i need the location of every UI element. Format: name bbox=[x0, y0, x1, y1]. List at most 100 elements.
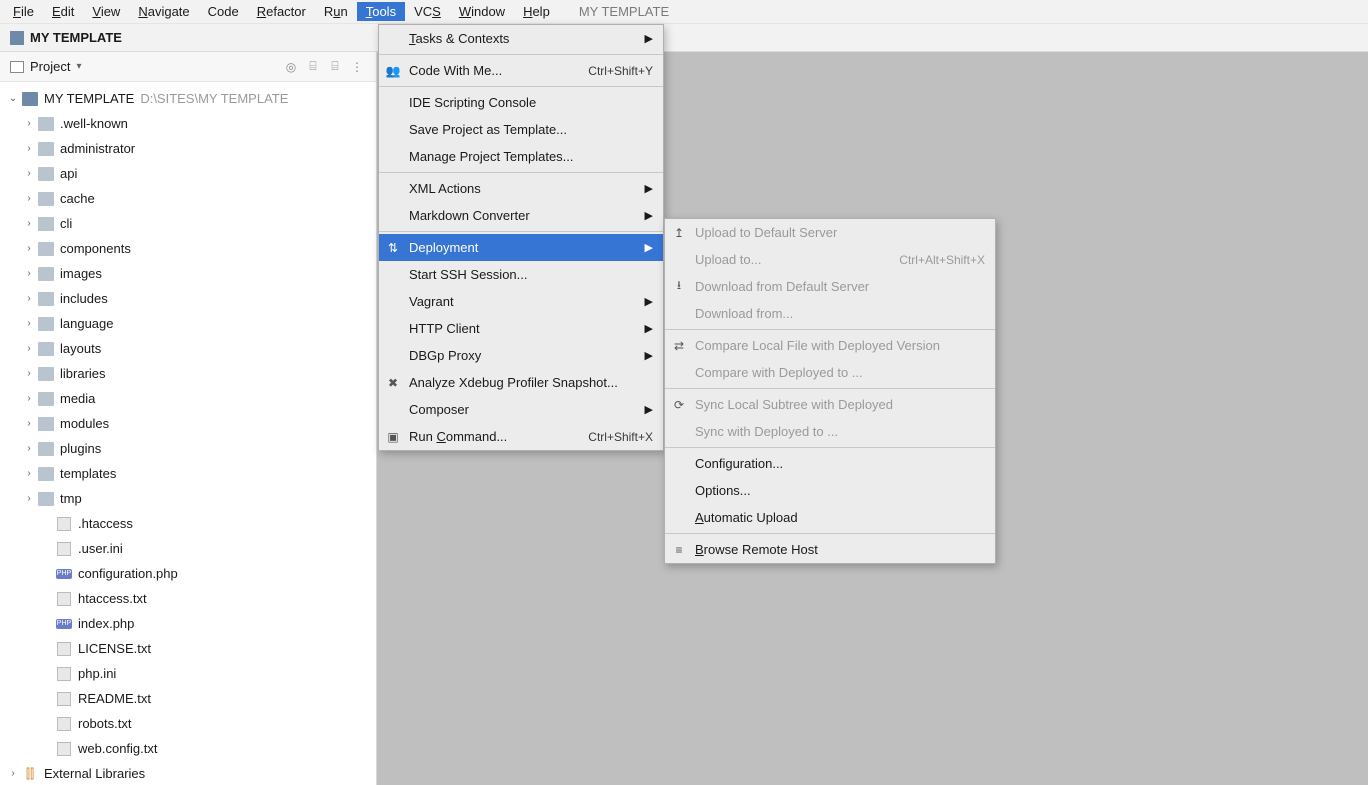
menu-navigate[interactable]: Navigate bbox=[129, 2, 198, 21]
menu-lead-icon: ▣ bbox=[385, 429, 401, 445]
menu-item-label: Browse Remote Host bbox=[695, 542, 818, 557]
menu-file[interactable]: File bbox=[4, 2, 43, 21]
menu-edit[interactable]: Edit bbox=[43, 2, 83, 21]
menu-item-label: Composer bbox=[409, 402, 469, 417]
tools-menu-item[interactable]: IDE Scripting Console bbox=[379, 89, 663, 116]
menu-lead-icon: 👥 bbox=[385, 63, 401, 79]
tools-menu-item[interactable]: Manage Project Templates... bbox=[379, 143, 663, 170]
folder-icon bbox=[38, 242, 54, 256]
menu-item-label: Upload to... bbox=[695, 252, 762, 267]
tools-menu-item[interactable]: Vagrant▶ bbox=[379, 288, 663, 315]
tree-row[interactable]: .user.ini bbox=[0, 536, 376, 561]
breadcrumb-bar: MY TEMPLATE bbox=[0, 24, 1368, 52]
expand-all-icon[interactable]: ⌸ bbox=[304, 58, 322, 76]
tools-menu-item[interactable]: Save Project as Template... bbox=[379, 116, 663, 143]
menu-item-label: Compare with Deployed to ... bbox=[695, 365, 863, 380]
breadcrumb-text[interactable]: MY TEMPLATE bbox=[30, 30, 122, 45]
menu-run[interactable]: Run bbox=[315, 2, 357, 21]
submenu-arrow-icon: ▶ bbox=[625, 182, 653, 195]
tools-menu-item[interactable]: 👥Code With Me...Ctrl+Shift+Y bbox=[379, 57, 663, 84]
settings-icon[interactable]: ⋮ bbox=[348, 58, 366, 76]
tools-menu-item[interactable]: ▣Run Command...Ctrl+Shift+X bbox=[379, 423, 663, 450]
tree-row[interactable]: cli bbox=[0, 211, 376, 236]
tree-row[interactable]: .well-known bbox=[0, 111, 376, 136]
tree-row[interactable]: cache bbox=[0, 186, 376, 211]
folder-icon bbox=[22, 92, 38, 106]
menu-vcs[interactable]: VCS bbox=[405, 2, 450, 21]
tools-menu-item[interactable]: HTTP Client ▶ bbox=[379, 315, 663, 342]
tree-row[interactable]: api bbox=[0, 161, 376, 186]
tree-row[interactable]: PHPconfiguration.php bbox=[0, 561, 376, 586]
deploy-menu-item[interactable]: ≡Browse Remote Host bbox=[665, 536, 995, 563]
tools-menu-item[interactable]: ✖Analyze Xdebug Profiler Snapshot... bbox=[379, 369, 663, 396]
tree-row[interactable]: .htaccess bbox=[0, 511, 376, 536]
menu-item-label: Deployment bbox=[409, 240, 478, 255]
tree-row[interactable]: media bbox=[0, 386, 376, 411]
menu-refactor[interactable]: Refactor bbox=[248, 2, 315, 21]
folder-icon bbox=[38, 167, 54, 181]
collapse-all-icon[interactable]: ⌸ bbox=[326, 58, 344, 76]
tools-menu-item[interactable]: Markdown Converter▶ bbox=[379, 202, 663, 229]
tree-row[interactable]: web.config.txt bbox=[0, 736, 376, 761]
submenu-arrow-icon: ▶ bbox=[625, 322, 653, 335]
menu-item-label: HTTP Client bbox=[409, 321, 480, 336]
menu-help[interactable]: Help bbox=[514, 2, 559, 21]
menu-item-label: Save Project as Template... bbox=[409, 122, 567, 137]
tree-row[interactable]: php.ini bbox=[0, 661, 376, 686]
deploy-menu-item[interactable]: Automatic Upload bbox=[665, 504, 995, 531]
tree-row[interactable]: robots.txt bbox=[0, 711, 376, 736]
folder-icon bbox=[38, 267, 54, 281]
tree-row[interactable]: LICENSE.txt bbox=[0, 636, 376, 661]
deployment-submenu: ↥Upload to Default ServerUpload to...Ctr… bbox=[664, 218, 996, 564]
menu-code[interactable]: Code bbox=[199, 2, 248, 21]
tools-menu-item[interactable]: DBGp Proxy▶ bbox=[379, 342, 663, 369]
menu-lead-icon: ⭳ bbox=[671, 279, 687, 295]
deploy-menu-item[interactable]: Options... bbox=[665, 477, 995, 504]
menu-shortcut: Ctrl+Shift+Y bbox=[568, 64, 653, 78]
tree-row[interactable]: language bbox=[0, 311, 376, 336]
tree-row[interactable]: ⫿⫿External Libraries bbox=[0, 761, 376, 785]
tree-row[interactable]: includes bbox=[0, 286, 376, 311]
tree-row[interactable]: templates bbox=[0, 461, 376, 486]
project-tree[interactable]: MY TEMPLATED:\SITES\MY TEMPLATE.well-kno… bbox=[0, 82, 376, 785]
tree-row[interactable]: plugins bbox=[0, 436, 376, 461]
folder-icon bbox=[38, 317, 54, 331]
tree-row[interactable]: modules bbox=[0, 411, 376, 436]
tools-menu-item[interactable]: Composer▶ bbox=[379, 396, 663, 423]
tree-row[interactable]: MY TEMPLATED:\SITES\MY TEMPLATE bbox=[0, 86, 376, 111]
menu-window[interactable]: Window bbox=[450, 2, 514, 21]
tree-row[interactable]: libraries bbox=[0, 361, 376, 386]
menu-tools[interactable]: Tools bbox=[357, 2, 405, 21]
folder-icon bbox=[38, 442, 54, 456]
dropdown-icon[interactable]: ▾ bbox=[76, 61, 81, 72]
tree-row[interactable]: PHPindex.php bbox=[0, 611, 376, 636]
project-icon bbox=[10, 31, 24, 45]
deploy-menu-item: Download from... bbox=[665, 300, 995, 327]
tools-menu-item[interactable]: Tasks & Contexts▶ bbox=[379, 25, 663, 52]
tree-row[interactable]: administrator bbox=[0, 136, 376, 161]
file-icon bbox=[57, 692, 71, 706]
tree-row[interactable]: README.txt bbox=[0, 686, 376, 711]
menu-lead-icon: ⇄ bbox=[671, 338, 687, 354]
tools-menu-item[interactable]: XML Actions▶ bbox=[379, 175, 663, 202]
file-icon bbox=[57, 542, 71, 556]
menu-view[interactable]: View bbox=[83, 2, 129, 21]
folder-icon bbox=[38, 417, 54, 431]
menu-item-label: Analyze Xdebug Profiler Snapshot... bbox=[409, 375, 618, 390]
file-icon bbox=[57, 592, 71, 606]
menu-item-label: Options... bbox=[695, 483, 751, 498]
file-icon bbox=[57, 642, 71, 656]
tree-row[interactable]: components bbox=[0, 236, 376, 261]
menu-lead-icon: ⟳ bbox=[671, 397, 687, 413]
deploy-menu-item[interactable]: Configuration... bbox=[665, 450, 995, 477]
locate-icon[interactable]: ◎ bbox=[282, 58, 300, 76]
tree-row[interactable]: layouts bbox=[0, 336, 376, 361]
menu-item-label: Upload to Default Server bbox=[695, 225, 837, 240]
tools-menu-item[interactable]: Start SSH Session... bbox=[379, 261, 663, 288]
tree-row[interactable]: images bbox=[0, 261, 376, 286]
tree-row[interactable]: tmp bbox=[0, 486, 376, 511]
tools-menu-item[interactable]: ⇅Deployment▶ bbox=[379, 234, 663, 261]
deploy-menu-item: Sync with Deployed to ... bbox=[665, 418, 995, 445]
project-toolwindow-header[interactable]: Project ▾ ◎ ⌸ ⌸ ⋮ bbox=[0, 52, 376, 82]
tree-row[interactable]: htaccess.txt bbox=[0, 586, 376, 611]
